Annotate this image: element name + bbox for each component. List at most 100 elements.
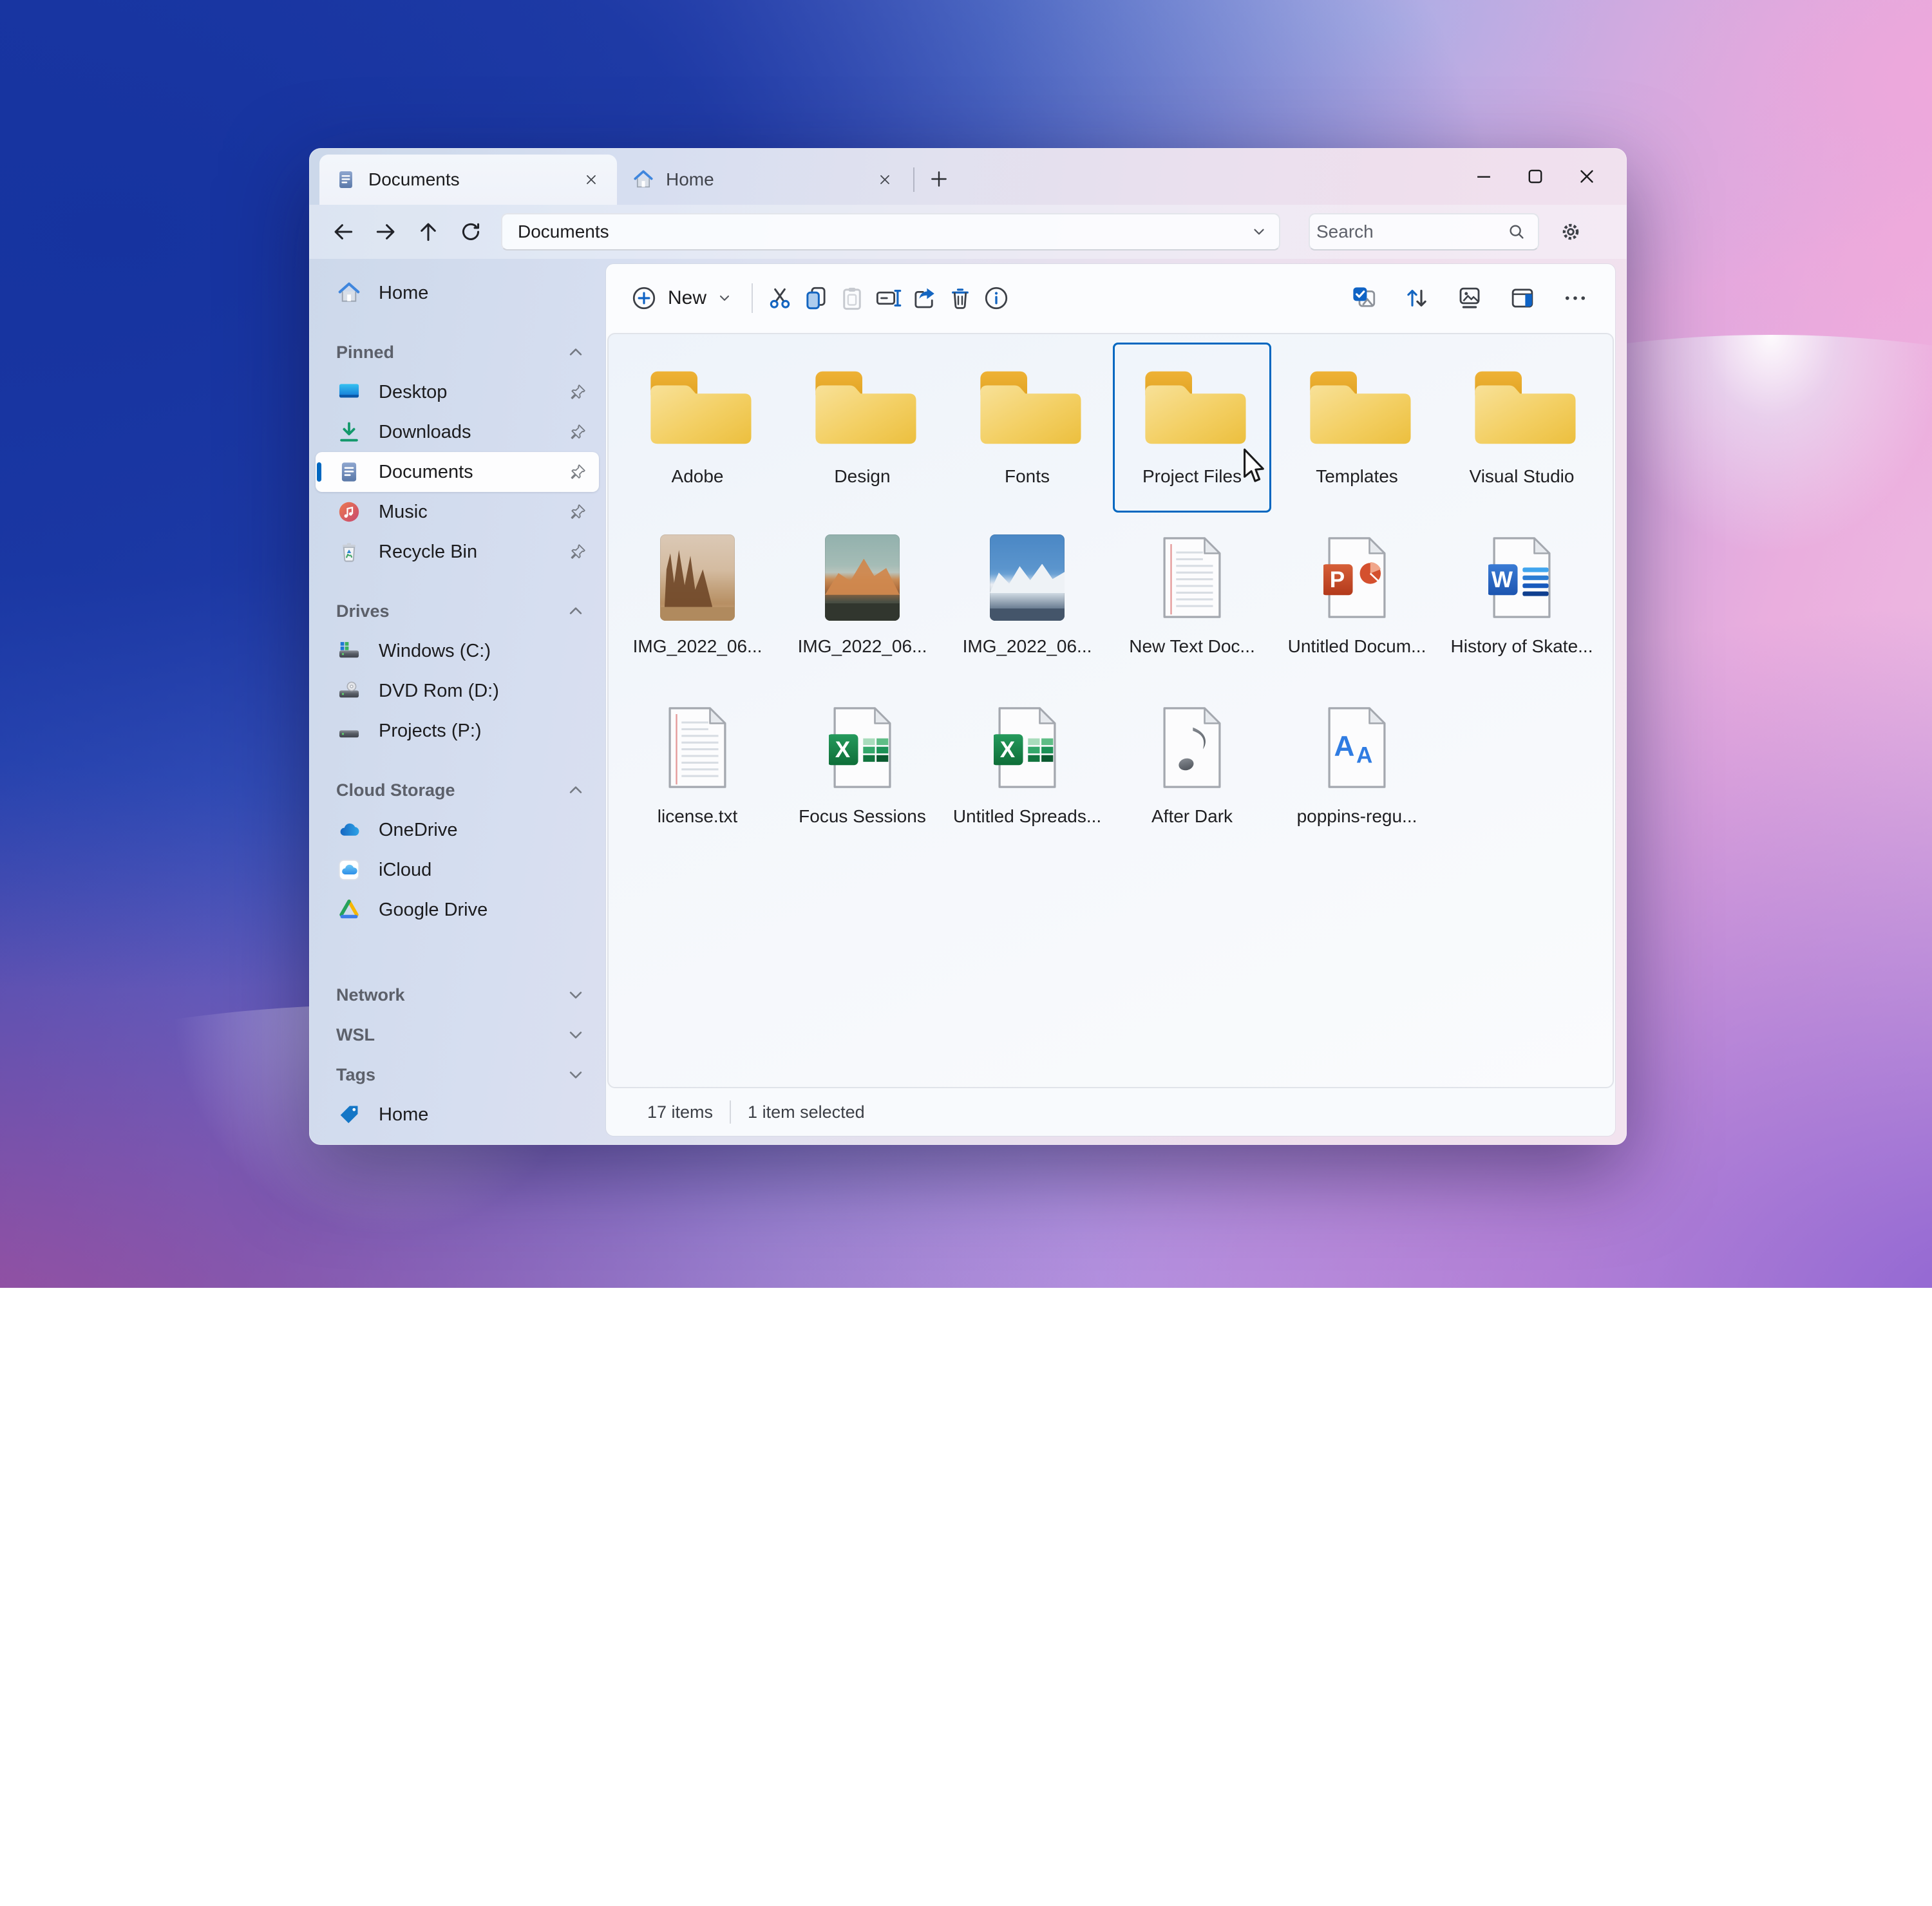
pin-icon[interactable] xyxy=(568,422,587,442)
tab-close-button[interactable] xyxy=(871,165,899,194)
sidebar-section-wsl[interactable]: WSL xyxy=(316,1015,599,1055)
preview-pane-button[interactable] xyxy=(1504,278,1540,318)
pin-icon[interactable] xyxy=(568,462,587,482)
toolbar: New xyxy=(606,270,1615,326)
file-label: IMG_2022_06... xyxy=(962,636,1092,656)
tab-home[interactable]: Home xyxy=(617,155,911,205)
text-file-icon xyxy=(664,704,731,791)
file-item[interactable]: Adobe xyxy=(618,343,777,513)
address-bar[interactable]: Documents xyxy=(501,213,1280,250)
refresh-button[interactable] xyxy=(450,211,492,252)
sidebar-item-icloud[interactable]: iCloud xyxy=(316,850,599,890)
sidebar-item-dvd-d[interactable]: DVD Rom (D:) xyxy=(316,671,599,711)
file-label: After Dark xyxy=(1151,806,1233,826)
pin-icon[interactable] xyxy=(568,382,587,402)
scissors-icon xyxy=(766,285,793,312)
file-label: license.txt xyxy=(657,806,738,826)
excel-file-icon xyxy=(994,704,1061,791)
properties-button[interactable] xyxy=(978,278,1014,318)
onedrive-icon xyxy=(336,817,362,843)
file-item[interactable]: IMG_2022_06... xyxy=(618,513,777,683)
downloads-icon xyxy=(336,419,362,445)
file-item[interactable]: Templates xyxy=(1278,343,1436,513)
file-item[interactable]: license.txt xyxy=(618,683,777,853)
sidebar-item-music[interactable]: Music xyxy=(316,492,599,532)
maximize-button[interactable] xyxy=(1510,157,1561,196)
font-file-icon xyxy=(1323,704,1390,791)
file-item[interactable]: Untitled Docum... xyxy=(1278,513,1436,683)
file-item[interactable]: After Dark xyxy=(1113,683,1271,853)
forward-arrow-icon xyxy=(374,220,398,244)
rename-button[interactable] xyxy=(870,278,906,318)
sidebar-section-tags[interactable]: Tags xyxy=(316,1055,599,1095)
file-grid-area[interactable]: Adobe Design Fonts Project Files Templat… xyxy=(607,333,1614,1088)
file-item[interactable]: Design xyxy=(783,343,942,513)
file-item[interactable]: IMG_2022_06... xyxy=(783,513,942,683)
sidebar-item-label: Home xyxy=(379,282,429,303)
file-item[interactable]: Focus Sessions xyxy=(783,683,942,853)
pin-icon[interactable] xyxy=(568,502,587,522)
sidebar-section-network[interactable]: Network xyxy=(316,975,599,1015)
file-item[interactable]: poppins-regu... xyxy=(1278,683,1436,853)
sidebar-item-windows-c[interactable]: Windows (C:) xyxy=(316,631,599,671)
sidebar-item-downloads[interactable]: Downloads xyxy=(316,412,599,452)
info-icon xyxy=(983,285,1010,312)
view-button[interactable] xyxy=(1452,278,1488,318)
file-item-selected[interactable]: Project Files xyxy=(1113,343,1271,513)
sort-arrows-icon xyxy=(1403,285,1430,312)
sidebar-section-cloud-storage[interactable]: Cloud Storage xyxy=(316,770,599,810)
search-box[interactable] xyxy=(1309,213,1539,250)
up-button[interactable] xyxy=(407,211,450,252)
sidebar-item-desktop[interactable]: Desktop xyxy=(316,372,599,412)
file-item[interactable]: Fonts xyxy=(948,343,1106,513)
search-icon xyxy=(1507,222,1526,241)
tab-documents[interactable]: Documents xyxy=(319,155,617,205)
file-item[interactable]: History of Skate... xyxy=(1443,513,1601,683)
file-label: Adobe xyxy=(671,466,724,486)
settings-button[interactable] xyxy=(1549,211,1592,252)
sidebar-section-drives[interactable]: Drives xyxy=(316,591,599,631)
tab-close-button[interactable] xyxy=(577,165,605,194)
sidebar-item-label: Downloads xyxy=(379,421,471,442)
chevron-down-icon xyxy=(567,1026,585,1044)
sidebar-item-label: Desktop xyxy=(379,381,448,402)
share-button[interactable] xyxy=(906,278,942,318)
sidebar-item-home[interactable]: Home xyxy=(316,273,599,313)
sidebar-section-pinned[interactable]: Pinned xyxy=(316,332,599,372)
copy-button[interactable] xyxy=(798,278,834,318)
rename-icon xyxy=(875,285,902,312)
delete-button[interactable] xyxy=(942,278,978,318)
sidebar-item-onedrive[interactable]: OneDrive xyxy=(316,810,599,850)
sidebar-item-label: Projects (P:) xyxy=(379,720,482,741)
sidebar-item-label: Google Drive xyxy=(379,899,488,920)
sidebar-item-tag-home[interactable]: Home xyxy=(316,1095,599,1135)
new-button[interactable]: New xyxy=(620,279,743,317)
file-item[interactable]: IMG_2022_06... xyxy=(948,513,1106,683)
sidebar-item-google-drive[interactable]: Google Drive xyxy=(316,890,599,930)
sidebar-item-recycle-bin[interactable]: Recycle Bin xyxy=(316,532,599,572)
pin-icon[interactable] xyxy=(568,542,587,561)
forward-button[interactable] xyxy=(365,211,407,252)
back-button[interactable] xyxy=(322,211,365,252)
sidebar-item-label: iCloud xyxy=(379,859,432,880)
checkbox-image-icon xyxy=(1350,285,1378,312)
file-label: poppins-regu... xyxy=(1296,806,1417,826)
minimize-button[interactable] xyxy=(1458,157,1510,196)
multiselect-button[interactable] xyxy=(1346,278,1382,318)
sidebar-item-label: DVD Rom (D:) xyxy=(379,680,499,701)
file-item[interactable]: Visual Studio xyxy=(1443,343,1601,513)
file-item[interactable]: Untitled Spreads... xyxy=(948,683,1106,853)
sidebar-item-projects-p[interactable]: Projects (P:) xyxy=(316,711,599,751)
file-label: Design xyxy=(834,466,891,486)
paste-button[interactable] xyxy=(834,278,870,318)
more-options-button[interactable] xyxy=(1557,278,1593,318)
close-button[interactable] xyxy=(1561,157,1613,196)
sidebar-item-documents[interactable]: Documents xyxy=(316,452,599,492)
search-input[interactable] xyxy=(1315,221,1507,243)
file-label: Fonts xyxy=(1004,466,1050,486)
new-tab-button[interactable] xyxy=(921,161,957,197)
cut-button[interactable] xyxy=(762,278,798,318)
sort-button[interactable] xyxy=(1399,278,1435,318)
image-view-icon xyxy=(1456,285,1483,312)
file-item[interactable]: New Text Doc... xyxy=(1113,513,1271,683)
